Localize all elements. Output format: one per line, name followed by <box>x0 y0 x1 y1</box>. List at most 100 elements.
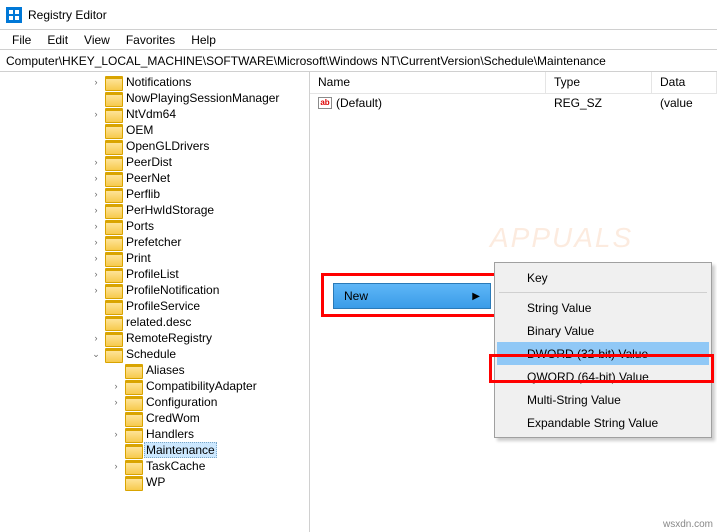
submenu-item-key[interactable]: Key <box>497 266 709 289</box>
expand-icon[interactable]: › <box>90 253 102 263</box>
tree-item[interactable]: › NtVdm64 <box>0 106 309 122</box>
tree-item-label: PerHwIdStorage <box>124 203 216 217</box>
menu-file[interactable]: File <box>4 31 39 49</box>
tree-item[interactable]: › PeerNet <box>0 170 309 186</box>
folder-icon <box>105 284 121 297</box>
expand-icon[interactable]: › <box>90 109 102 119</box>
tree-item-label: TaskCache <box>144 459 207 473</box>
expand-icon[interactable]: › <box>110 397 122 407</box>
tree-item-label: OpenGLDrivers <box>124 139 211 153</box>
tree-item[interactable]: related.desc <box>0 314 309 330</box>
context-menu-new-label: New <box>344 289 368 303</box>
folder-icon <box>105 172 121 185</box>
submenu-item-expandable[interactable]: Expandable String Value <box>497 411 709 434</box>
folder-icon <box>105 316 121 329</box>
tree-item[interactable]: › Perflib <box>0 186 309 202</box>
address-path: Computer\HKEY_LOCAL_MACHINE\SOFTWARE\Mic… <box>6 54 606 68</box>
tree-item[interactable]: › CompatibilityAdapter <box>0 378 309 394</box>
menu-favorites[interactable]: Favorites <box>118 31 183 49</box>
submenu-arrow-icon: ▶ <box>472 291 480 302</box>
expand-icon[interactable]: › <box>110 461 122 471</box>
tree-item-label: Schedule <box>124 347 178 361</box>
submenu-item-binary[interactable]: Binary Value <box>497 319 709 342</box>
tree-item[interactable]: Aliases <box>0 362 309 378</box>
expand-icon[interactable]: › <box>90 269 102 279</box>
address-bar[interactable]: Computer\HKEY_LOCAL_MACHINE\SOFTWARE\Mic… <box>0 50 717 72</box>
tree-item[interactable]: OEM <box>0 122 309 138</box>
menu-edit[interactable]: Edit <box>39 31 76 49</box>
submenu-item-dword[interactable]: DWORD (32-bit) Value <box>497 342 709 365</box>
column-header-data[interactable]: Data <box>652 72 717 93</box>
tree-item-label: Maintenance <box>144 442 217 458</box>
tree-item[interactable]: › Ports <box>0 218 309 234</box>
folder-icon <box>105 92 121 105</box>
tree-item[interactable]: ›Handlers <box>0 426 309 442</box>
context-submenu: Key String Value Binary Value DWORD (32-… <box>494 262 712 438</box>
folder-icon <box>105 300 121 313</box>
collapse-icon[interactable]: ⌄ <box>90 349 102 360</box>
tree-item-label: Ports <box>124 219 156 233</box>
column-header-name[interactable]: Name <box>310 72 546 93</box>
tree-item[interactable]: › Notifications <box>0 74 309 90</box>
expand-icon[interactable]: › <box>110 381 122 391</box>
tree-item-label: related.desc <box>124 315 193 329</box>
menu-view[interactable]: View <box>76 31 118 49</box>
tree-item[interactable]: Maintenance <box>0 442 309 458</box>
folder-icon <box>105 348 121 361</box>
tree-item-label: ProfileNotification <box>124 283 221 297</box>
window-title: Registry Editor <box>28 8 107 22</box>
tree-item[interactable]: › Prefetcher <box>0 234 309 250</box>
tree-item[interactable]: NowPlayingSessionManager <box>0 90 309 106</box>
tree-item[interactable]: ›Configuration <box>0 394 309 410</box>
tree-item-label: ProfileList <box>124 267 181 281</box>
expand-icon[interactable]: › <box>90 285 102 295</box>
tree-item[interactable]: OpenGLDrivers <box>0 138 309 154</box>
tree-item[interactable]: ›PeerDist <box>0 154 309 170</box>
tree-item-label: Perflib <box>124 187 162 201</box>
list-row[interactable]: ab (Default) REG_SZ (value <box>310 94 717 112</box>
expand-icon[interactable]: › <box>90 157 102 167</box>
tree-item[interactable]: ProfileService <box>0 298 309 314</box>
expand-icon[interactable]: › <box>90 237 102 247</box>
expand-icon[interactable]: › <box>90 77 102 87</box>
folder-icon <box>125 476 141 489</box>
tree-item[interactable]: CredWom <box>0 410 309 426</box>
tree-item-label: PeerNet <box>124 171 172 185</box>
tree-item[interactable]: ›Print <box>0 250 309 266</box>
folder-icon <box>105 140 121 153</box>
folder-icon <box>125 364 141 377</box>
tree-item[interactable]: ⌄ Schedule <box>0 346 309 362</box>
tree-item-label: Notifications <box>124 75 193 89</box>
menubar: File Edit View Favorites Help <box>0 30 717 50</box>
submenu-item-qword[interactable]: QWORD (64-bit) Value <box>497 365 709 388</box>
tree-item-label: WP <box>144 475 167 489</box>
column-header-type[interactable]: Type <box>546 72 652 93</box>
expand-icon[interactable]: › <box>110 429 122 439</box>
list-pane[interactable]: APPUALS Name Type Data ab (Default) REG_… <box>310 72 717 532</box>
tree-item[interactable]: › ProfileNotification <box>0 282 309 298</box>
expand-icon[interactable]: › <box>90 189 102 199</box>
tree-item[interactable]: › ProfileList <box>0 266 309 282</box>
expand-icon[interactable]: › <box>90 221 102 231</box>
tree-item-label: NtVdm64 <box>124 107 178 121</box>
submenu-item-multistring[interactable]: Multi-String Value <box>497 388 709 411</box>
expand-icon[interactable]: › <box>90 205 102 215</box>
submenu-item-string[interactable]: String Value <box>497 296 709 319</box>
tree-item-label: CompatibilityAdapter <box>144 379 259 393</box>
menu-help[interactable]: Help <box>183 31 224 49</box>
titlebar: Registry Editor <box>0 0 717 30</box>
tree-pane[interactable]: › NotificationsNowPlayingSessionManager › N… <box>0 72 310 532</box>
expand-icon[interactable]: › <box>90 173 102 183</box>
folder-icon <box>125 396 141 409</box>
tree-item[interactable]: › PerHwIdStorage <box>0 202 309 218</box>
tree-item-label: Prefetcher <box>124 235 183 249</box>
tree-item-label: OEM <box>124 123 155 137</box>
tree-item[interactable]: ›RemoteRegistry <box>0 330 309 346</box>
context-menu-new[interactable]: New ▶ <box>333 283 491 309</box>
string-value-icon: ab <box>318 97 332 109</box>
folder-icon <box>105 252 121 265</box>
folder-icon <box>105 220 121 233</box>
tree-item[interactable]: › TaskCache <box>0 458 309 474</box>
tree-item[interactable]: WP <box>0 474 309 490</box>
expand-icon[interactable]: › <box>90 333 102 343</box>
